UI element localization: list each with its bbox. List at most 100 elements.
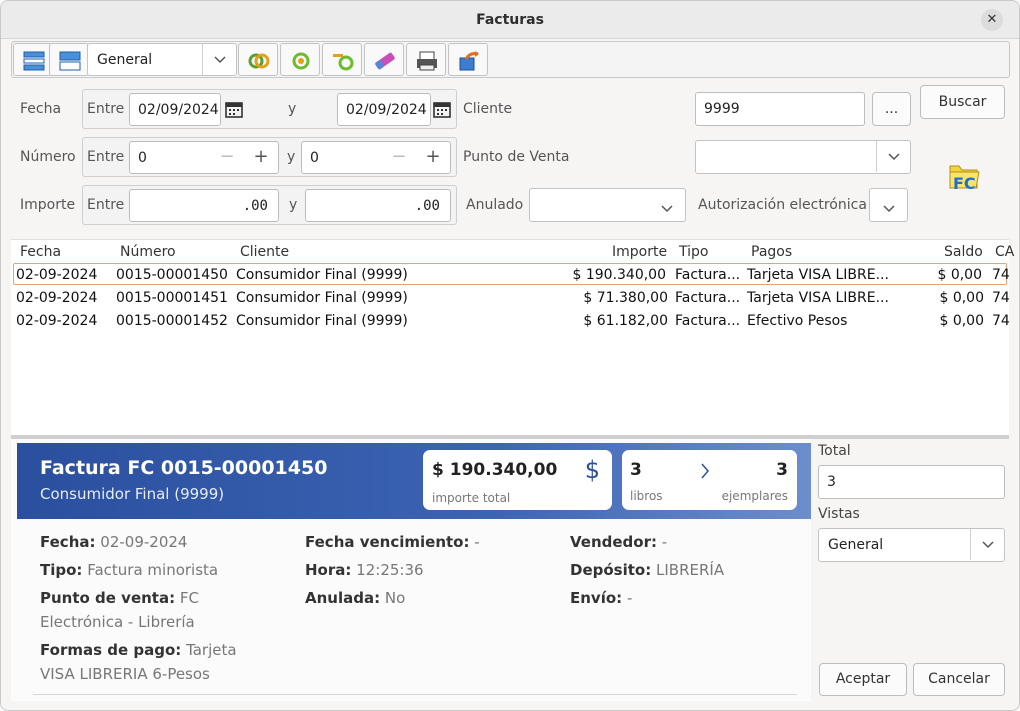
cell-importe: $ 61.182,00 [583,313,668,329]
chevron-down-icon[interactable] [970,529,1004,560]
target-button[interactable] [280,43,320,76]
cell-cliente: Consumidor Final (9999) [236,290,408,306]
col-header-fecha[interactable]: Fecha [20,244,61,260]
col-header-importe[interactable]: Importe [612,244,667,260]
importe-entre-label: Entre [87,197,125,213]
importe-label: Importe [20,197,76,213]
detail-deposito: Depósito: LIBRERÍA [570,558,800,582]
chevron-right-icon [701,463,709,479]
detail-hora-key: Hora: [305,561,352,579]
dash-circle-button[interactable] [322,43,362,76]
calendar-icon[interactable] [433,100,451,118]
importe-total-value: $ 190.340,00 [432,460,558,480]
print-button[interactable] [406,43,446,76]
importe-from-value: .00 [242,198,268,214]
aceptar-button[interactable]: Aceptar [819,663,907,696]
vistas-select[interactable]: General [818,528,1005,562]
cliente-browse-button[interactable]: ... [872,92,911,126]
layout-horizontal-button[interactable] [13,43,53,76]
detail-title: Factura FC 0015-00001450 [40,457,328,479]
cliente-value: 9999 [704,101,740,117]
vistas-value: General [828,537,884,553]
detail-dep-value: LIBRERÍA [656,561,725,579]
layout-vertical-button[interactable] [49,43,89,76]
detail-fp-value-2: VISA LIBRERIA 6-Pesos [40,665,210,683]
detail-vencimiento: Fecha vencimiento: - [305,530,555,554]
cliente-input[interactable]: 9999 [695,92,865,126]
layout-rows-icon [23,51,45,71]
importe-from-input[interactable]: .00 [129,189,279,222]
title-bar: Facturas ✕ [1,1,1019,39]
chevron-down-icon[interactable] [883,201,895,217]
fecha-from-input[interactable]: 02/09/2024 [129,93,221,126]
table-row[interactable]: 02-09-2024 0015-00001451 Consumidor Fina… [13,287,1010,309]
col-header-numero[interactable]: Número [120,244,176,260]
total-input[interactable]: 3 [818,465,1005,499]
export-button[interactable] [448,43,488,76]
libros-label: libros [630,489,663,503]
punto-venta-select[interactable] [695,140,911,174]
vistas-label: Vistas [818,506,860,522]
cliente-label: Cliente [463,101,513,117]
fecha-to-input[interactable]: 02/09/2024 [337,93,431,126]
detail-hora: Hora: 12:25:36 [305,558,555,582]
table-row[interactable]: 02-09-2024 0015-00001452 Consumidor Fina… [13,310,1010,332]
detail-fecha: Fecha: 02-09-2024 [40,530,270,554]
anulado-select[interactable] [529,188,686,222]
buscar-button[interactable]: Buscar [920,85,1005,119]
numero-to-spin[interactable]: 0 − + [301,141,451,174]
cell-cliente: Consumidor Final (9999) [236,267,408,283]
ejemplares-label: ejemplares [721,489,788,503]
toolbar: General [11,41,1010,78]
detail-envio: Envío: - [570,586,800,610]
detail-env-value: - [626,589,633,607]
chevron-down-icon[interactable] [661,201,673,217]
cancelar-button[interactable]: Cancelar [913,663,1005,696]
plus-icon[interactable]: + [244,142,278,173]
libros-card: 3 libros 3 ejemplares [622,450,797,510]
table-row[interactable]: 02-09-2024 0015-00001450 Consumidor Fina… [13,263,1010,285]
cell-saldo: $ 0,00 [939,290,984,306]
cell-tipo: Factura... [675,267,741,283]
minus-icon[interactable]: − [210,142,244,173]
cell-tipo: Factura... [675,313,741,329]
detail-venc-value: - [474,533,480,551]
detail-env-key: Envío: [570,589,623,607]
importe-group: Entre .00 y .00 [82,185,457,225]
importe-total-card: $ 190.340,00 $ importe total [423,450,612,510]
col-header-tipo[interactable]: Tipo [679,244,708,260]
importe-y-label: y [289,197,298,213]
col-header-cliente[interactable]: Cliente [240,244,289,260]
detail-vend-key: Vendedor: [570,533,657,551]
col-header-saldo[interactable]: Saldo [944,244,983,260]
chevron-down-icon[interactable] [876,141,910,172]
plus-icon[interactable]: + [416,142,450,173]
detail-anulada: Anulada: No [305,586,555,610]
detail-pv-key: Punto de venta: [40,589,176,607]
col-header-pagos[interactable]: Pagos [751,244,792,260]
view-select[interactable]: General [87,43,237,76]
facturas-window: Facturas ✕ General Fecha Entre 02/09/202… [0,0,1020,711]
close-icon[interactable]: ✕ [981,9,1003,31]
fecha-from-value: 02/09/2024 [138,102,219,118]
numero-y-label: y [287,149,296,165]
calendar-icon[interactable] [225,100,243,118]
link-button[interactable] [238,43,278,76]
detail-formas-pago: Formas de pago: Tarjeta VISA LIBRERIA 6-P… [40,638,270,686]
numero-from-spin[interactable]: 0 − + [129,141,279,174]
importe-to-input[interactable]: .00 [305,189,451,222]
minus-icon[interactable]: − [382,142,416,173]
libros-value: 3 [630,460,642,480]
detail-punto-venta: Punto de venta: FC Electrónica - Librería [40,586,270,634]
chevron-down-icon[interactable] [202,44,236,75]
eraser-button[interactable] [364,43,404,76]
col-header-ca[interactable]: CA [995,244,1014,260]
detail-hora-value: 12:25:36 [356,561,424,579]
fecha-label: Fecha [20,101,62,117]
key-circle-icon [333,54,354,71]
detail-subtitle: Consumidor Final (9999) [40,485,225,503]
cell-pagos: Efectivo Pesos [747,313,848,329]
detail-header: Factura FC 0015-00001450 Consumidor Fina… [17,443,811,519]
autorizacion-select[interactable] [869,188,908,222]
detail-fp-key: Formas de pago: [40,641,182,659]
